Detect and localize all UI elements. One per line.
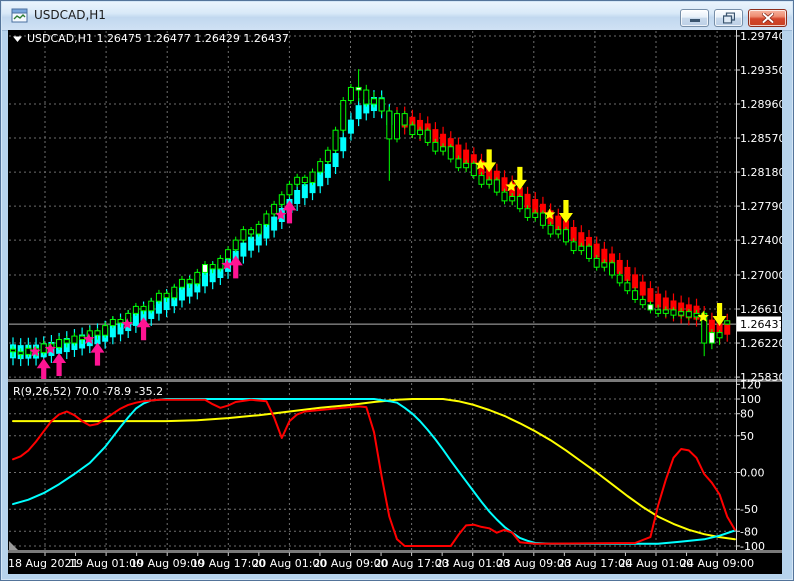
svg-text:80: 80 (740, 408, 754, 421)
dropdown-triangle-icon[interactable] (13, 36, 22, 43)
svg-text:1.28180: 1.28180 (740, 166, 782, 179)
price-chart-canvas[interactable]: 1.29740 1.29350 1.28960 1.28570 1.28180 1.277… (8, 30, 786, 574)
chart-window-icon (11, 8, 29, 24)
indicator-resize-grip[interactable] (9, 541, 18, 550)
svg-text:1.29350: 1.29350 (740, 64, 782, 77)
chart-client-area[interactable]: 1.29740 1.29350 1.28960 1.28570 1.28180 1.277… (8, 30, 786, 574)
svg-text:0.00: 0.00 (740, 466, 765, 479)
close-button[interactable] (748, 9, 787, 27)
svg-text:18 Aug 2021: 18 Aug 2021 (8, 557, 78, 570)
time-axis[interactable]: 18 Aug 202119 Aug 01:0019 Aug 09:0019 Au… (8, 552, 754, 571)
minimize-button[interactable] (680, 9, 709, 27)
buy-arrow-icon (36, 358, 51, 379)
svg-text:1.26610: 1.26610 (740, 303, 782, 316)
chart-info-label: USDCAD,H1 1.26475 1.26477 1.26429 1.2643… (27, 32, 289, 45)
svg-text:1.27000: 1.27000 (740, 269, 782, 282)
close-icon (761, 13, 774, 23)
svg-text:1.26437: 1.26437 (740, 318, 782, 331)
svg-text:24 Aug 09:00: 24 Aug 09:00 (680, 557, 754, 570)
window-title: USDCAD,H1 (34, 8, 106, 22)
trend-ribbon-layer (10, 90, 731, 367)
restore-button[interactable] (714, 9, 743, 27)
window-controls (680, 9, 787, 27)
svg-text:50: 50 (740, 430, 754, 443)
svg-text:120: 120 (740, 378, 761, 391)
svg-text:1.28960: 1.28960 (740, 98, 782, 111)
yellow-line (12, 398, 736, 541)
svg-text:1.27400: 1.27400 (740, 234, 782, 247)
indicator-axis[interactable]: 120 100 80 50 0.00 -50 -80 -100 (736, 378, 765, 553)
svg-text:-50: -50 (740, 503, 758, 516)
svg-text:-80: -80 (740, 525, 758, 538)
svg-text:100: 100 (740, 393, 761, 406)
indicator-label: R(9,26,52) 70.0 -78.9 -35.2 (13, 385, 163, 398)
svg-text:1.29740: 1.29740 (740, 30, 782, 43)
candles-layer (10, 69, 731, 359)
minimize-icon (689, 19, 700, 22)
buy-arrow-icon (52, 353, 67, 377)
chart-window: USDCAD,H1 1.29740 1.29350 1.28960 1.2857… (0, 0, 794, 581)
current-price-tag: 1.26437 (737, 316, 786, 332)
svg-text:1.26220: 1.26220 (740, 337, 782, 350)
svg-text:1.27790: 1.27790 (740, 200, 782, 213)
svg-text:1.28570: 1.28570 (740, 132, 782, 145)
restore-icon (722, 12, 735, 24)
indicator-lines (12, 398, 736, 547)
svg-text:-100: -100 (740, 540, 765, 553)
window-titlebar[interactable]: USDCAD,H1 (2, 2, 792, 31)
